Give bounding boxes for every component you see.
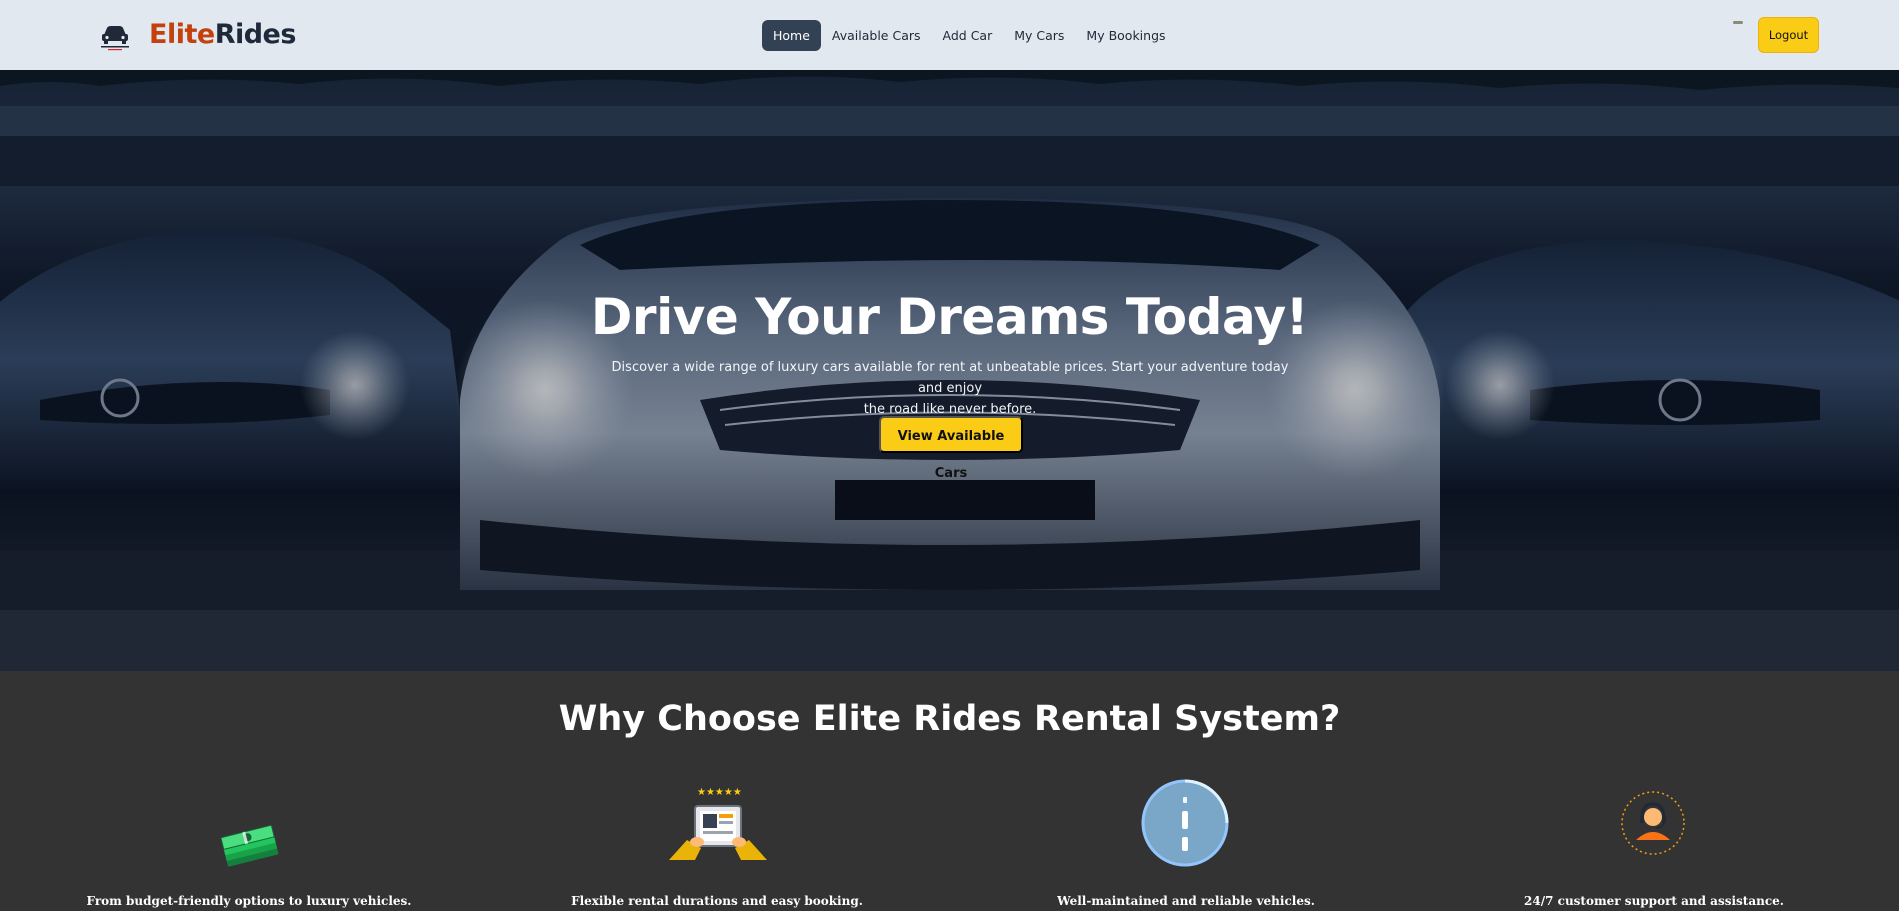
logout-button[interactable]: Logout — [1758, 17, 1819, 53]
support-agent-icon — [1620, 790, 1686, 860]
hero-subtitle-line-1: Discover a wide range of luxury cars ava… — [611, 360, 1289, 396]
brand-name-part-2: Rides — [214, 19, 297, 50]
nav-my-cars[interactable]: My Cars — [1003, 20, 1075, 51]
road-icon — [1141, 779, 1229, 871]
nav-available-cars[interactable]: Available Cars — [821, 20, 932, 51]
nav-add-car[interactable]: Add Car — [932, 20, 1004, 51]
main-nav: Home Available Cars Add Car My Cars My B… — [762, 20, 1177, 51]
top-navbar: EliteRides Home Available Cars Add Car M… — [0, 0, 1899, 70]
brand-name-part-1: Elite — [149, 19, 215, 50]
hero-section: Drive Your Dreams Today! Discover a wide… — [0, 70, 1899, 671]
feature-text-1: From budget-friendly options to luxury v… — [86, 894, 412, 908]
brand-name[interactable]: EliteRides — [149, 19, 296, 50]
svg-text:★★★★★: ★★★★★ — [697, 787, 742, 798]
why-choose-section: Why Choose Elite Rides Rental System? Fr… — [0, 671, 1899, 911]
why-choose-title: Why Choose Elite Rides Rental System? — [558, 699, 1341, 739]
nav-home[interactable]: Home — [762, 20, 821, 51]
feature-text-4: 24/7 customer support and assistance. — [1524, 894, 1784, 908]
view-available-cars-button[interactable]: View Available Cars — [879, 416, 1023, 481]
hero-title: Drive Your Dreams Today! — [590, 288, 1309, 346]
nav-my-bookings[interactable]: My Bookings — [1075, 20, 1176, 51]
booking-tablet-icon: ★★★★★ — [667, 784, 769, 866]
money-stack-icon — [218, 823, 282, 875]
feature-text-3: Well-maintained and reliable vehicles. — [1057, 894, 1315, 908]
auto-car-logo-icon[interactable] — [98, 20, 132, 52]
hero-subtitle: Discover a wide range of luxury cars ava… — [610, 357, 1290, 420]
hero-subtitle-line-2: the road like never before. — [863, 402, 1037, 417]
user-avatar[interactable] — [1733, 21, 1743, 24]
feature-text-2: Flexible rental durations and easy booki… — [571, 894, 863, 908]
